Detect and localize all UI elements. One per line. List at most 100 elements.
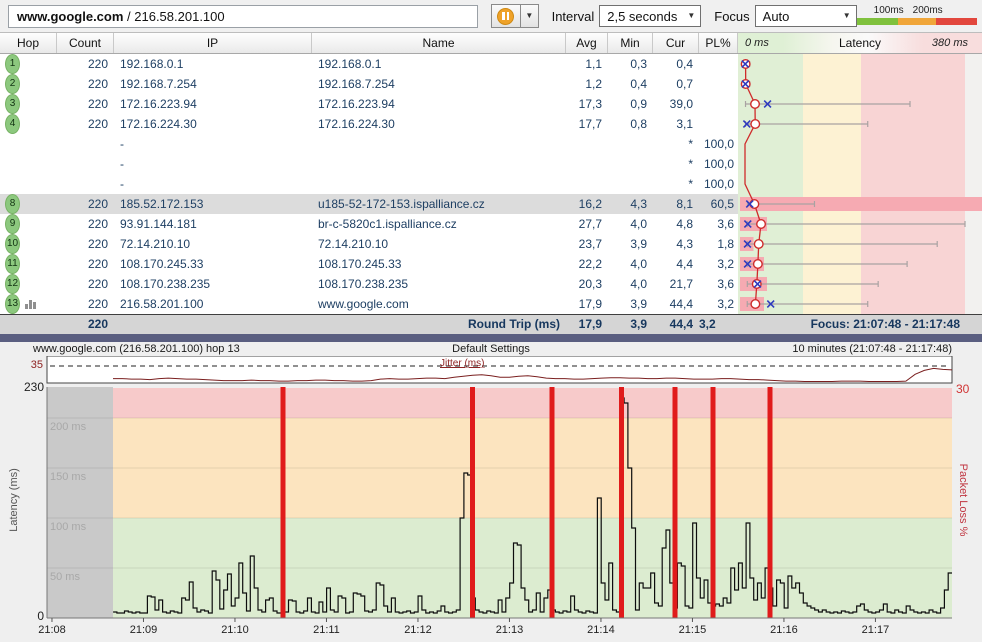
trace-menu-button[interactable]: ▼ [520,4,539,28]
zone-label: 100 ms [50,521,87,533]
cell-ip: 72.14.210.10 [114,234,312,254]
x-axis-tick-label: 21:14 [587,624,615,636]
x-axis-tick-label: 21:13 [496,624,524,636]
legend-100ms-label: 100ms [874,5,904,16]
cell-name: u185-52-172-153.ispalliance.cz [312,194,566,214]
cell-min: 4,3 [608,194,653,214]
timeline-graph[interactable]: 200 ms150 ms100 ms50 ms21:0821:0921:1021… [0,356,982,642]
column-header-count[interactable]: Count [57,33,114,53]
cell-name: www.google.com [312,294,566,314]
latency-scale-legend: 100ms 200ms [857,5,974,27]
packet-loss-event-bar [619,387,624,618]
jitter-axis-max: 35 [0,359,43,371]
cell-ip: 172.16.224.30 [114,114,312,134]
latency-header-title: Latency [839,36,881,50]
legend-200ms-label: 200ms [913,5,943,16]
packet-loss-axis-title: Packet Loss % [957,448,969,552]
cell-ip: 192.168.7.254 [114,74,312,94]
pause-button[interactable] [491,4,520,28]
latency-axis-title: Latency (ms) [8,448,20,552]
cell-ip: 172.16.223.94 [114,94,312,114]
cell-pl [699,74,738,94]
interval-select[interactable]: 2,5 seconds ▼ [599,5,701,27]
cell-name [312,154,566,174]
cell-ip: 185.52.172.153 [114,194,312,214]
toolbar: www.google.com / 216.58.201.100 ▼ Interv… [0,0,982,32]
timeline-range-label: 10 minutes (21:07:48 - 21:17:48) [792,343,952,355]
cell-pl: 100,0 [699,134,738,154]
pingplotter-window: www.google.com / 216.58.201.100 ▼ Interv… [0,0,982,642]
cell-avg [566,174,608,194]
cell-min: 3,9 [608,234,653,254]
splitter-handle[interactable] [0,334,982,342]
focus-label: Focus [714,9,749,24]
cell-count [57,134,114,154]
hop-number-badge: 11 [5,254,20,274]
column-header-min[interactable]: Min [608,33,653,53]
column-header-pl[interactable]: PL% [699,33,738,53]
cell-min: 4,0 [608,254,653,274]
packet-loss-event-bar [673,387,678,618]
cell-name: 192.168.7.254 [312,74,566,94]
hop-number-badge: 3 [5,94,20,114]
summary-min: 3,9 [608,315,653,334]
column-header-ip[interactable]: IP [114,33,312,53]
cell-count: 220 [57,94,114,114]
hop-number-badge: 4 [5,114,20,134]
cell-count [57,154,114,174]
cell-min: 3,9 [608,294,653,314]
timeline-header: www.google.com (216.58.201.100) hop 13 D… [0,342,982,356]
cell-avg: 1,2 [566,74,608,94]
cell-cur: * [653,154,699,174]
cell-cur: * [653,174,699,194]
cell-min: 0,4 [608,74,653,94]
focus-range-label: Focus: 21:07:48 - 21:17:48 [738,315,982,334]
cell-ip: 93.91.144.181 [114,214,312,234]
column-header-cur[interactable]: Cur [653,33,699,53]
latency-axis-min: 0 [0,609,44,623]
cell-name [312,174,566,194]
cell-avg: 17,3 [566,94,608,114]
cell-name: 108.170.245.33 [312,254,566,274]
focus-select[interactable]: Auto ▼ [755,5,857,27]
cell-avg: 17,9 [566,294,608,314]
hop-number-badge: 2 [5,74,20,94]
summary-row: 220 Round Trip (ms) 17,9 3,9 44,4 3,2 Fo… [0,314,982,334]
cell-min [608,154,653,174]
cell-pl: 60,5 [699,194,738,214]
column-header-avg[interactable]: Avg [566,33,608,53]
cell-cur: * [653,134,699,154]
x-axis-tick-label: 21:16 [770,624,798,636]
average-marker [751,100,760,109]
cell-min: 4,0 [608,214,653,234]
cell-cur: 21,7 [653,274,699,294]
interval-label: Interval [552,9,595,24]
focus-value: Auto [763,9,790,24]
cell-pl: 3,6 [699,214,738,234]
x-axis-tick-label: 21:10 [221,624,249,636]
cell-ip: - [114,134,312,154]
x-axis-tick-label: 21:17 [862,624,890,636]
average-marker [754,240,763,249]
cell-avg: 16,2 [566,194,608,214]
cell-min [608,134,653,154]
hop-number-badge: 9 [5,214,20,234]
cell-name: br-c-5820c1.ispalliance.cz [312,214,566,234]
cell-cur: 44,4 [653,294,699,314]
hop-number-badge: 12 [5,274,20,294]
cell-pl: 1,8 [699,234,738,254]
column-header-name[interactable]: Name [312,33,566,53]
cell-name: 172.16.223.94 [312,94,566,114]
x-axis-tick-label: 21:12 [404,624,432,636]
summary-pl: 3,2 [699,315,738,334]
average-marker [751,120,760,129]
column-header-hop[interactable]: Hop [0,33,57,53]
chevron-down-icon: ▼ [687,12,695,20]
cell-min: 0,9 [608,94,653,114]
target-address-box[interactable]: www.google.com / 216.58.201.100 [8,5,478,28]
x-axis-tick-label: 21:09 [130,624,158,636]
cell-avg [566,154,608,174]
column-header-latency[interactable]: 0 ms Latency 380 ms [738,33,982,53]
cell-ip: 108.170.245.33 [114,254,312,274]
cell-cur: 0,4 [653,54,699,74]
